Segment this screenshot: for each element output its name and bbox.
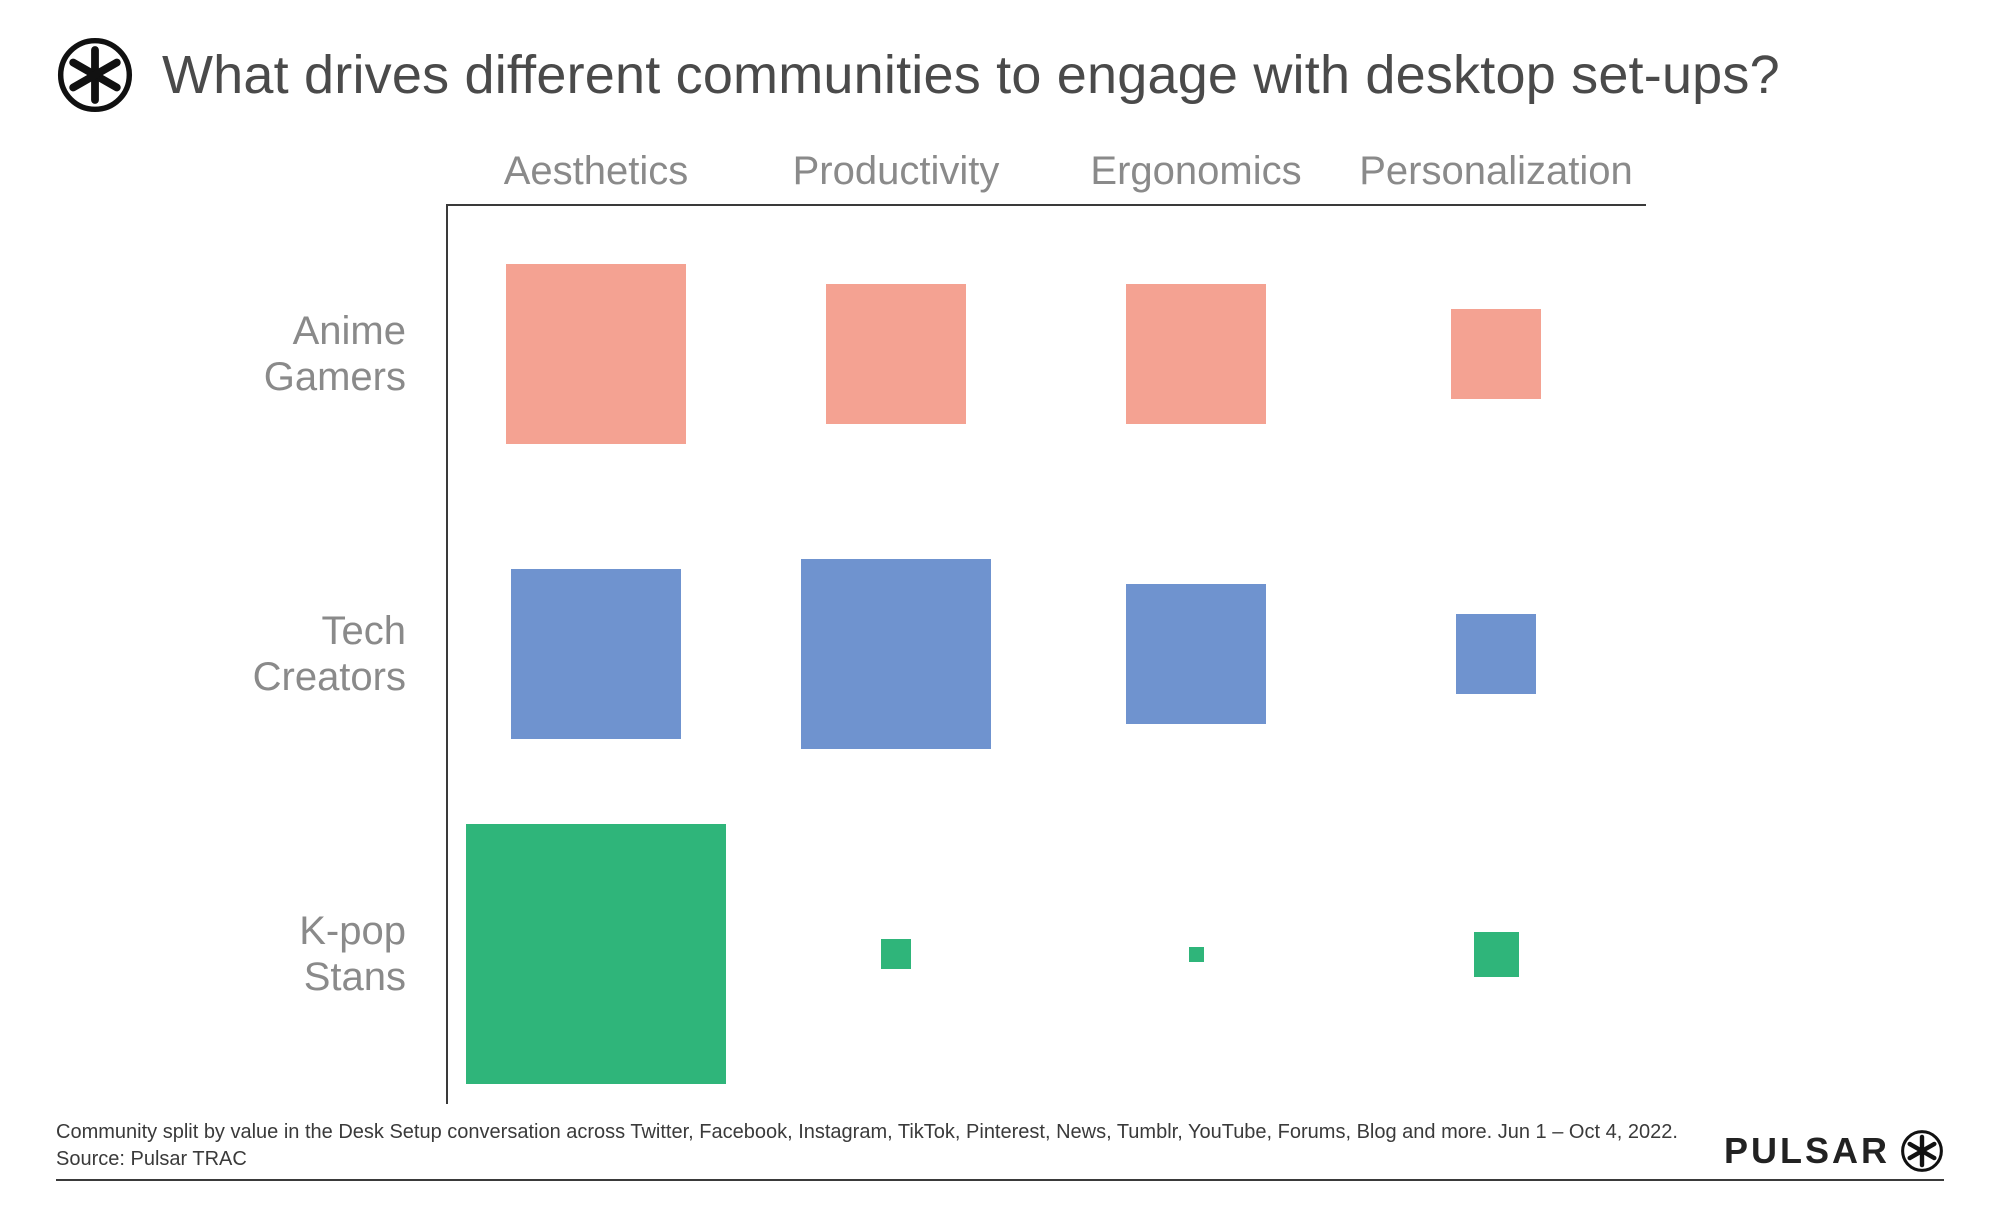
data-square (1189, 947, 1204, 962)
chart-cell (746, 504, 1046, 804)
chart-cell (446, 204, 746, 504)
column-header: Aesthetics (504, 149, 689, 204)
row-label: K-pop Stans (299, 908, 446, 1000)
footer: Community split by value in the Desk Set… (56, 1119, 1944, 1181)
chart-cell (1046, 204, 1346, 504)
data-square (826, 284, 966, 424)
chart-cell (446, 504, 746, 804)
header: What drives different communities to eng… (56, 36, 1944, 114)
chart-cell (746, 204, 1046, 504)
chart-cell (1346, 204, 1646, 504)
data-square (506, 264, 686, 444)
brand-name: PULSAR (1724, 1130, 1890, 1172)
page-title: What drives different communities to eng… (162, 44, 1780, 106)
chart-cell (1046, 804, 1346, 1104)
row-label: Tech Creators (253, 608, 446, 700)
data-square (1126, 284, 1266, 424)
brand-logo: PULSAR (1724, 1129, 1944, 1173)
axis-left (446, 204, 448, 1104)
chart-cell (1346, 504, 1646, 804)
data-square (1474, 932, 1519, 977)
chart-cell (1346, 804, 1646, 1104)
column-header: Personalization (1359, 149, 1633, 204)
asterisk-icon (1900, 1129, 1944, 1173)
axis-top (446, 204, 1646, 206)
data-square (1126, 584, 1266, 724)
chart-cell (1046, 504, 1346, 804)
footer-caption: Community split by value in the Desk Set… (56, 1119, 1678, 1173)
chart-cell (446, 804, 746, 1104)
column-header: Ergonomics (1090, 149, 1301, 204)
data-square (881, 939, 911, 969)
data-square (1456, 614, 1536, 694)
chart-cell (746, 804, 1046, 1104)
data-square (466, 824, 726, 1084)
column-header: Productivity (793, 149, 1000, 204)
data-square (511, 569, 681, 739)
chart: Aesthetics Productivity Ergonomics Personal… (56, 124, 1944, 1104)
data-square (801, 559, 991, 749)
asterisk-icon (56, 36, 134, 114)
row-label: Anime Gamers (264, 308, 446, 400)
data-square (1451, 309, 1541, 399)
